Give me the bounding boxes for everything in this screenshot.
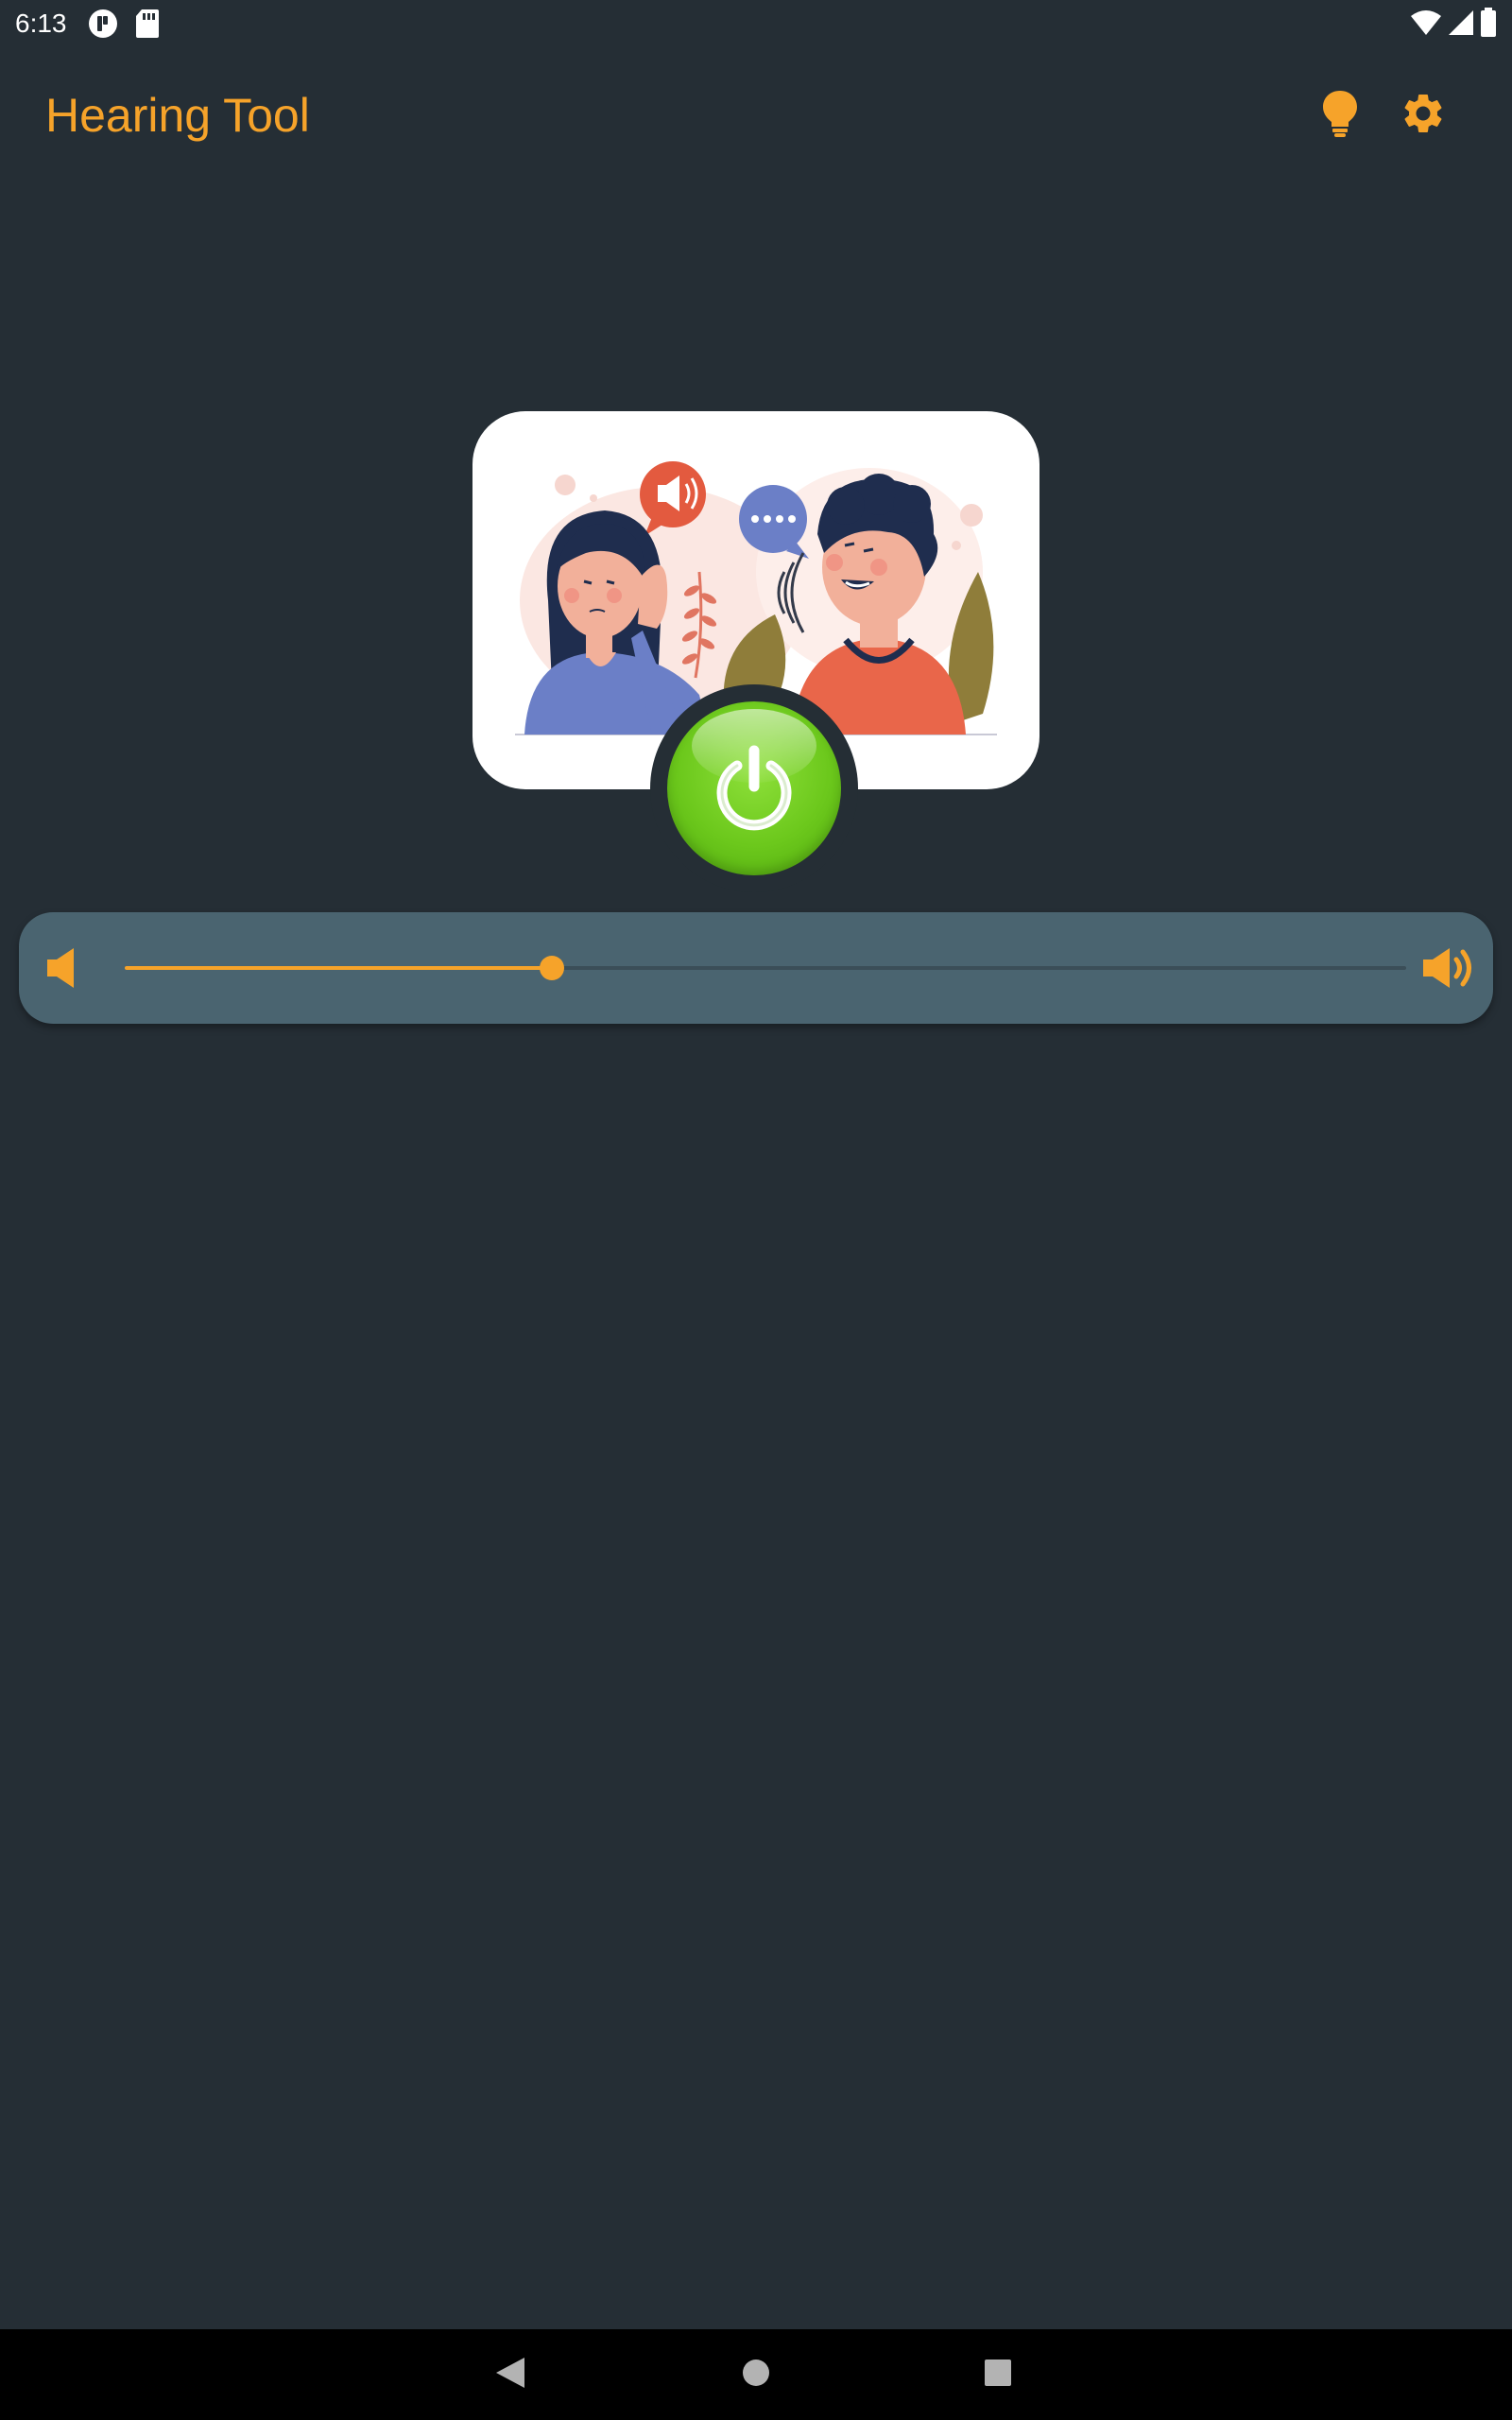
settings-button[interactable] (1393, 85, 1453, 146)
wifi-icon (1410, 9, 1442, 41)
power-button[interactable] (667, 701, 841, 875)
cell-signal-icon (1448, 9, 1474, 41)
volume-slider-thumb[interactable] (539, 956, 564, 980)
status-time: 6:13 (15, 9, 67, 38)
back-button[interactable] (484, 2348, 537, 2401)
battery-icon (1480, 8, 1497, 43)
home-icon (741, 2358, 771, 2393)
status-bar: 6:13 (0, 0, 1512, 47)
app-title: Hearing Tool (45, 89, 310, 142)
volume-slider[interactable] (125, 956, 1406, 980)
recents-icon (983, 2358, 1013, 2393)
notification-app-icon (87, 8, 119, 44)
sd-card-icon (134, 8, 161, 44)
volume-slider-fill (125, 966, 552, 970)
lightbulb-icon (1321, 89, 1359, 143)
gear-icon (1400, 90, 1447, 142)
volume-high-icon[interactable] (1421, 944, 1476, 996)
home-button[interactable] (730, 2348, 782, 2401)
volume-panel (19, 912, 1493, 1024)
navigation-bar (0, 2329, 1512, 2420)
power-icon (711, 743, 798, 838)
recents-button[interactable] (971, 2348, 1024, 2401)
back-icon (494, 2356, 526, 2394)
tips-button[interactable] (1310, 85, 1370, 146)
volume-low-icon[interactable] (45, 944, 77, 996)
